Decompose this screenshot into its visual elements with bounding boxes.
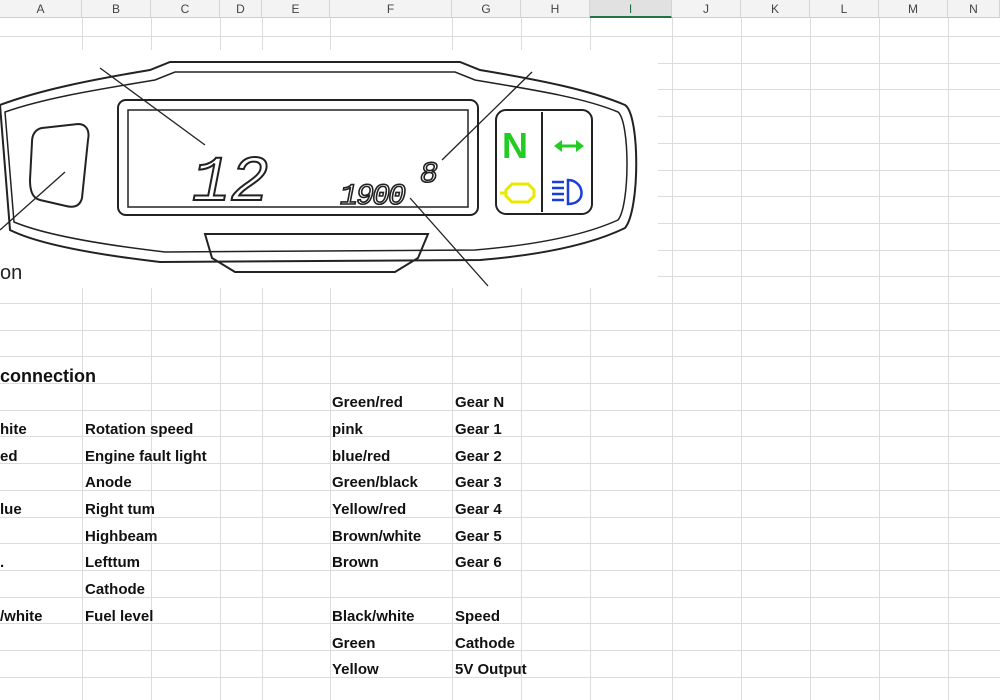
wire-function-cell[interactable]: 5V Output — [455, 657, 527, 683]
gear-display: 12 — [192, 148, 269, 220]
column-header-m[interactable]: M — [879, 0, 948, 18]
wire-function-cell[interactable]: Right tum — [85, 497, 155, 523]
wire-color-cell[interactable]: Yellow — [332, 657, 379, 683]
column-header-f[interactable]: F — [330, 0, 452, 18]
wire-function-cell[interactable]: Gear 1 — [455, 417, 502, 443]
column-header-i[interactable]: I — [590, 0, 672, 18]
column-header-g[interactable]: G — [452, 0, 521, 18]
wire-color-cell[interactable]: /white — [0, 604, 43, 630]
wire-color-cell[interactable]: Green — [332, 631, 375, 657]
column-header-c[interactable]: C — [151, 0, 220, 18]
column-header-bar: ABCDEFGHIJKLMN — [0, 0, 1000, 18]
wire-color-cell[interactable]: Brown/white — [332, 524, 421, 550]
wire-color-cell[interactable]: Black/white — [332, 604, 415, 630]
column-header-h[interactable]: H — [521, 0, 590, 18]
grid-row-line — [0, 303, 1000, 304]
wire-function-cell[interactable]: Gear N — [455, 390, 504, 416]
wire-color-cell[interactable]: . — [0, 550, 4, 576]
wire-color-cell[interactable]: blue/red — [332, 444, 390, 470]
wire-color-cell[interactable]: Green/red — [332, 390, 403, 416]
column-header-a[interactable]: A — [0, 0, 82, 18]
grid-row-line — [0, 356, 1000, 357]
wire-function-cell[interactable]: Fuel level — [85, 604, 153, 630]
column-header-d[interactable]: D — [220, 0, 262, 18]
neutral-indicator-icon: N — [502, 125, 528, 166]
wire-function-cell[interactable]: Gear 6 — [455, 550, 502, 576]
column-header-j[interactable]: J — [672, 0, 741, 18]
wire-function-cell[interactable]: Rotation speed — [85, 417, 193, 443]
grid-row-line — [0, 36, 1000, 37]
wire-color-cell[interactable]: pink — [332, 417, 363, 443]
column-header-e[interactable]: E — [262, 0, 330, 18]
spreadsheet[interactable]: ABCDEFGHIJKLMN 12 1900 8 N on connection… — [0, 0, 1000, 700]
image-caption: on — [0, 262, 23, 284]
lcd-screen — [127, 109, 469, 208]
column-header-n[interactable]: N — [948, 0, 1000, 18]
wire-color-cell[interactable]: lue — [0, 497, 22, 523]
bottom-tab — [203, 233, 430, 273]
wire-color-cell[interactable]: Yellow/red — [332, 497, 406, 523]
wire-color-cell[interactable]: ed — [0, 444, 18, 470]
wire-function-cell[interactable]: Engine fault light — [85, 444, 207, 470]
wire-function-cell[interactable]: Speed — [455, 604, 500, 630]
small-digit-display: 8 — [420, 158, 438, 192]
odometer-display: 1900 — [340, 180, 405, 214]
wire-function-cell[interactable]: Highbeam — [85, 524, 158, 550]
wire-function-cell[interactable]: Gear 2 — [455, 444, 502, 470]
dashboard-diagram-image[interactable]: 12 1900 8 N — [0, 50, 658, 288]
wire-function-cell[interactable]: Lefttum — [85, 550, 140, 576]
engine-fault-icon — [500, 182, 536, 204]
wire-function-cell[interactable]: Anode — [85, 470, 132, 496]
wire-color-cell[interactable]: Brown — [332, 550, 379, 576]
column-header-b[interactable]: B — [82, 0, 151, 18]
wire-function-cell[interactable]: Cathode — [85, 577, 145, 603]
wire-function-cell[interactable]: Cathode — [455, 631, 515, 657]
wire-color-cell[interactable]: Green/black — [332, 470, 418, 496]
wire-function-cell[interactable]: Gear 5 — [455, 524, 502, 550]
high-beam-icon — [552, 178, 583, 206]
turn-signal-icon — [554, 140, 584, 152]
grid-row-line — [0, 330, 1000, 331]
wire-color-cell[interactable]: hite — [0, 417, 27, 443]
grid-row-line — [0, 383, 1000, 384]
column-header-k[interactable]: K — [741, 0, 810, 18]
section-title-cell[interactable]: connection — [0, 363, 96, 389]
mode-button — [28, 122, 90, 208]
grid-row-line — [0, 597, 1000, 598]
wire-function-cell[interactable]: Gear 4 — [455, 497, 502, 523]
column-header-l[interactable]: L — [810, 0, 879, 18]
wire-function-cell[interactable]: Gear 3 — [455, 470, 502, 496]
